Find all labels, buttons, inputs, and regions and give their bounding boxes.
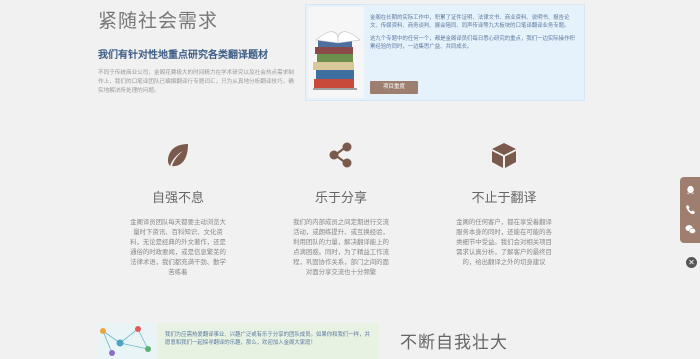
intro-section: 紧随社会需求 我们有针对性地重点研究各类翻译题材 不同于传统商业公司，金阁花費极… bbox=[98, 6, 298, 96]
feature-description: 金阁的任何客户，都在享受着翻译服务本身的同时，还能在可能的各类细节中受益。我们会… bbox=[456, 218, 552, 266]
feature-description: 我们的内部成员之间定期进行交流活动，或朗练提升、或互换经验，利用团队的力量，解决… bbox=[293, 218, 389, 276]
box-icon bbox=[492, 143, 516, 168]
feature-beyond-translation: 不止于翻译 金阁的任何客户，都在享受着翻译服务本身的同时，还能在可能的各类细节中… bbox=[444, 140, 564, 267]
feature-sharing: 乐于分享 我们的内部成员之间定期进行交流活动，或朗练提升、或互换经验，利用团队的… bbox=[281, 140, 401, 277]
growth-section-title: 不断自我壮大 bbox=[400, 333, 508, 353]
section-subtitle: 我们有针对性地重点研究各类翻译题材 bbox=[98, 50, 268, 61]
feature-title: 不止于翻译 bbox=[471, 191, 537, 206]
team-network-illustration bbox=[98, 323, 156, 359]
project-button[interactable]: 项目重度 bbox=[370, 81, 418, 94]
topics-card: 金阁在长期的实际工作中，积累了证件证明、法律文书、商业资料、说明书、报告论文、传… bbox=[305, 4, 585, 101]
qq-icon[interactable] bbox=[685, 185, 696, 196]
close-icon[interactable]: ✕ bbox=[686, 257, 697, 268]
topics-paragraph-2: 这九个专题中的任何一个，都是金阁译员们每日悉心研究的重点，我们一边实际操作积累经… bbox=[370, 36, 575, 50]
feature-self-improvement: 自强不息 金阁译员团队每天都要主动浏览大量时下资讯、百科知识、文化资料，无论是经… bbox=[118, 140, 238, 277]
wechat-icon[interactable] bbox=[685, 224, 696, 235]
feature-title: 自强不息 bbox=[151, 191, 204, 206]
side-contact-bar bbox=[680, 177, 700, 243]
topics-paragraph-1: 金阁在长期的实际工作中，积累了证件证明、法律文书、商业资料、说明书、报告论文、传… bbox=[370, 15, 570, 29]
join-us-card: 我们为应需热爱翻译事业、兴趣广泛或有乐于分享的团队成员。如果你和我们一样，并愿意… bbox=[157, 323, 379, 359]
feature-description: 金阁译员团队每天都要主动浏览大量时下资讯、百科知识、文化资料，无论是经典的外文著… bbox=[130, 218, 226, 276]
phone-icon[interactable] bbox=[685, 204, 696, 215]
feature-title: 乐于分享 bbox=[314, 191, 367, 206]
share-icon bbox=[329, 142, 352, 168]
books-illustration bbox=[308, 7, 364, 98]
join-us-text: 我们为应需热爱翻译事业、兴趣广泛或有乐于分享的团队成员。如果你和我们一样，并愿意… bbox=[165, 332, 370, 346]
section-description: 不同于传统商业公司，金阁花費极大的时间精力在学术研究以及社会热点需求制作上，我们… bbox=[98, 70, 294, 94]
leaf-icon bbox=[168, 144, 188, 167]
topics-text: 金阁在长期的实际工作中，积累了证件证明、法律文书、商业资料、说明书、报告论文、传… bbox=[370, 14, 580, 51]
section-title: 紧随社会需求 bbox=[98, 10, 219, 32]
